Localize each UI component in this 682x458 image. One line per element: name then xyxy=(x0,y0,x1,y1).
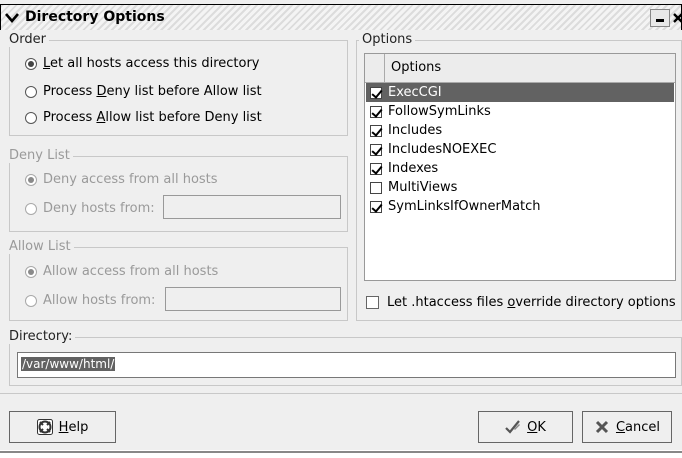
options-list-header[interactable]: Options xyxy=(365,54,675,83)
htaccess-override-checkbox[interactable] xyxy=(366,296,379,309)
allow-all-option[interactable]: Allow access from all hosts xyxy=(25,264,218,279)
allow-from-option[interactable]: Allow hosts from: xyxy=(25,293,155,308)
directory-value: /var/www/html/ xyxy=(21,357,116,371)
option-checkbox[interactable] xyxy=(370,200,382,213)
radio-button[interactable] xyxy=(25,265,37,278)
radio-button[interactable] xyxy=(25,294,37,307)
order-option-deny-before-allow[interactable]: Process Deny list before Allow list xyxy=(25,84,262,99)
list-item[interactable]: MultiViews xyxy=(366,178,674,197)
deny-all-option[interactable]: Deny access from all hosts xyxy=(25,172,218,187)
cancel-button-label: Cancel xyxy=(615,419,661,435)
htaccess-override-label: Let .htaccess files override directory o… xyxy=(387,295,676,310)
radio-button[interactable] xyxy=(25,57,37,70)
options-column-header[interactable]: Options xyxy=(391,60,441,75)
button-separator xyxy=(0,393,682,394)
directory-label: Directory: xyxy=(6,329,76,344)
deny-all-label: Deny access from all hosts xyxy=(43,172,218,187)
list-item[interactable]: ExecCGI xyxy=(366,83,674,102)
checkbox-column-header[interactable] xyxy=(365,54,385,82)
allow-list-label: Allow List xyxy=(6,239,74,254)
order-option-label: Process Allow list before Deny list xyxy=(43,110,262,125)
window-title: Directory Options xyxy=(25,9,165,25)
directory-options-dialog: Directory Options Order Let all hosts ac… xyxy=(0,0,682,458)
help-icon xyxy=(36,419,53,435)
deny-list-label: Deny List xyxy=(6,148,73,163)
order-option-label: Let all hosts access this directory xyxy=(43,56,260,71)
order-option-allow-before-deny[interactable]: Process Allow list before Deny list xyxy=(25,110,262,125)
order-option-let-all[interactable]: Let all hosts access this directory xyxy=(25,56,259,71)
order-option-label: Process Deny list before Allow list xyxy=(43,84,262,99)
options-label: Options xyxy=(359,32,416,47)
option-name: IncludesNOEXEC xyxy=(388,142,497,157)
option-name: SymLinksIfOwnerMatch xyxy=(388,199,541,214)
option-name: MultiViews xyxy=(388,180,458,195)
deny-hosts-input[interactable] xyxy=(163,195,341,219)
deny-from-option[interactable]: Deny hosts from: xyxy=(25,201,155,216)
close-button[interactable] xyxy=(673,9,682,27)
deny-from-label: Deny hosts from: xyxy=(43,201,155,216)
order-label: Order xyxy=(6,32,49,47)
htaccess-override-option[interactable]: Let .htaccess files override directory o… xyxy=(362,295,676,310)
close-icon xyxy=(673,13,682,23)
option-checkbox[interactable] xyxy=(370,124,382,137)
option-name: Indexes xyxy=(388,161,439,176)
ok-button-label: OK xyxy=(527,419,546,435)
list-item[interactable]: SymLinksIfOwnerMatch xyxy=(366,197,674,216)
allow-hosts-input[interactable] xyxy=(165,287,341,311)
allow-all-label: Allow access from all hosts xyxy=(43,264,219,279)
option-checkbox[interactable] xyxy=(370,105,382,118)
title-bar: Directory Options xyxy=(0,4,682,30)
options-list[interactable]: Options ExecCGI FollowSymLinks Includes … xyxy=(364,53,676,281)
deny-list-frame xyxy=(9,156,348,232)
window-border xyxy=(0,451,682,453)
radio-button[interactable] xyxy=(25,85,37,98)
option-name: ExecCGI xyxy=(388,85,442,100)
option-checkbox[interactable] xyxy=(370,86,382,99)
help-button-label: Help xyxy=(58,419,89,435)
allow-from-label: Allow hosts from: xyxy=(43,293,156,308)
ok-button[interactable]: OK xyxy=(478,411,573,443)
option-checkbox[interactable] xyxy=(370,143,382,156)
cancel-button[interactable]: Cancel xyxy=(582,411,672,443)
x-mark-icon xyxy=(595,420,609,434)
list-item[interactable]: Includes xyxy=(366,121,674,140)
list-item[interactable]: Indexes xyxy=(366,159,674,178)
radio-button[interactable] xyxy=(25,173,37,186)
option-checkbox[interactable] xyxy=(370,181,382,194)
list-item[interactable]: FollowSymLinks xyxy=(366,102,674,121)
checkmark-pen-icon xyxy=(505,420,521,434)
option-name: FollowSymLinks xyxy=(388,104,491,119)
list-item[interactable]: IncludesNOEXEC xyxy=(366,140,674,159)
option-name: Includes xyxy=(388,123,443,138)
radio-button[interactable] xyxy=(25,111,37,124)
minimize-button[interactable] xyxy=(650,9,670,27)
help-button[interactable]: Help xyxy=(9,411,116,443)
directory-input[interactable]: /var/www/html/ xyxy=(17,352,676,378)
chevron-down-icon[interactable] xyxy=(5,10,19,24)
radio-button[interactable] xyxy=(25,202,37,215)
option-checkbox[interactable] xyxy=(370,162,382,175)
